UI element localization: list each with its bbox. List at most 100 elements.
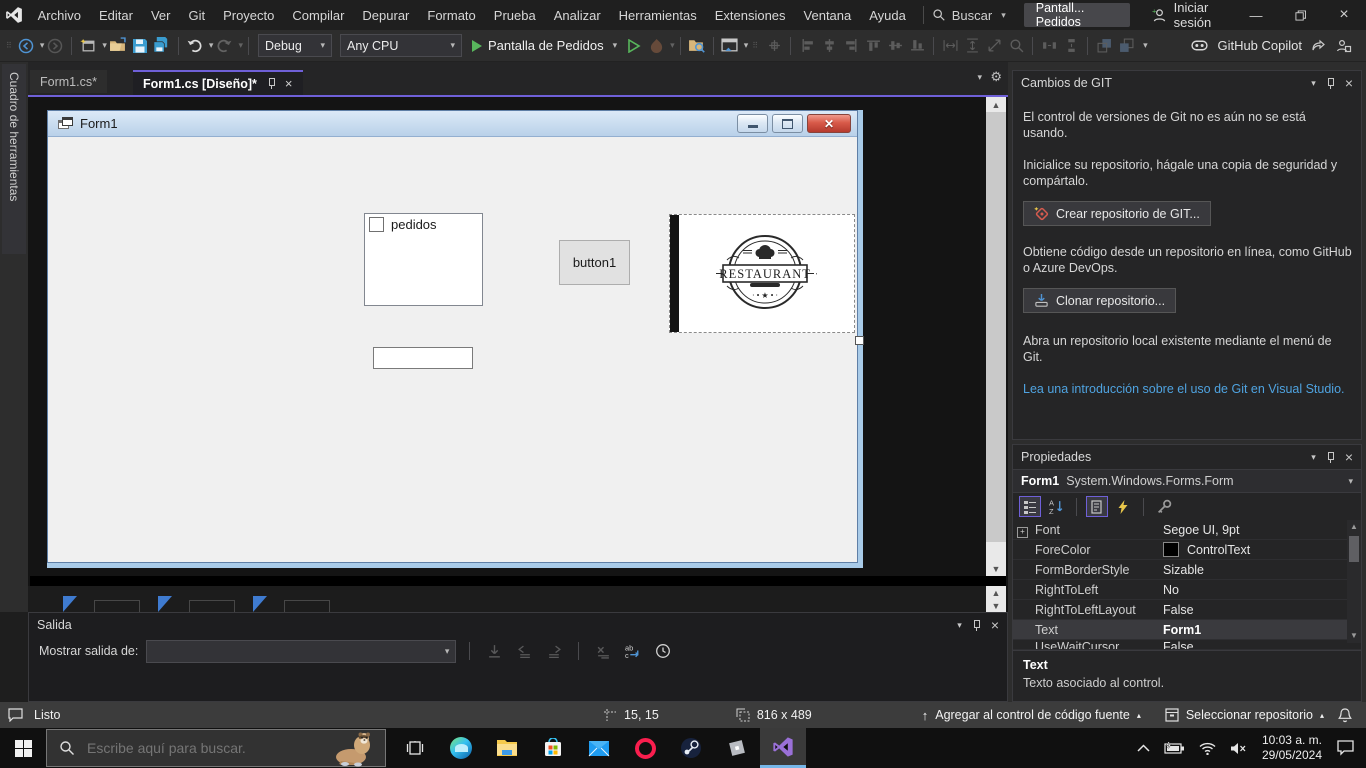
component-box[interactable] <box>284 600 330 612</box>
roblox-icon[interactable] <box>714 728 760 768</box>
create-git-repository-button[interactable]: Crear repositorio de GIT... <box>1023 201 1211 226</box>
property-row[interactable]: +Font Segoe UI, 9pt <box>1013 520 1361 540</box>
menu-ayuda[interactable]: Ayuda <box>860 0 915 30</box>
menu-prueba[interactable]: Prueba <box>485 0 545 30</box>
properties-scrollbar[interactable]: ▲ ▼ <box>1347 520 1361 643</box>
make-same-width-button[interactable] <box>939 34 961 58</box>
close-button[interactable]: × <box>1322 0 1366 30</box>
align-bottoms-button[interactable] <box>906 34 928 58</box>
property-value[interactable]: False <box>1163 603 1361 617</box>
checkbox-icon[interactable] <box>369 217 384 232</box>
notifications-bell-icon[interactable] <box>1338 708 1352 723</box>
toolbox-tab[interactable]: Cuadro de herramientas <box>2 64 26 254</box>
tab-form1-cs[interactable]: Form1.cs* <box>30 70 107 93</box>
menu-archivo[interactable]: Archivo <box>29 0 90 30</box>
wifi-icon[interactable] <box>1199 742 1216 755</box>
vertical-spacing-button[interactable] <box>1060 34 1082 58</box>
sign-in-button[interactable]: + Iniciar sesión <box>1152 0 1234 30</box>
picture-box[interactable]: · RESTAURANT · · • ★ • · <box>669 214 855 333</box>
menu-editar[interactable]: Editar <box>90 0 142 30</box>
menu-formato[interactable]: Formato <box>418 0 484 30</box>
clear-all-button[interactable] <box>592 639 614 663</box>
menu-depurar[interactable]: Depurar <box>353 0 418 30</box>
add-to-source-control-button[interactable]: ↑ Agregar al control de código fuente ▴ <box>922 708 1141 723</box>
file-explorer-icon[interactable] <box>484 728 530 768</box>
new-project-button[interactable] <box>77 34 99 58</box>
tab-list-chevron-icon[interactable]: ▾ <box>977 72 982 83</box>
property-value[interactable]: False <box>1163 640 1361 650</box>
alphabetical-sort-button[interactable]: AZ <box>1045 496 1067 517</box>
object-selector-combo[interactable]: Form1 System.Windows.Forms.Form ▾ <box>1013 469 1361 493</box>
pin-icon[interactable] <box>1326 452 1335 463</box>
pin-icon[interactable] <box>267 78 276 89</box>
property-row[interactable]: FormBorderStyle Sizable <box>1013 560 1361 580</box>
textbox[interactable] <box>373 347 473 369</box>
start-debugging-button[interactable]: Pantalla de Pedidos ▾ <box>472 38 617 53</box>
redo-button[interactable] <box>213 34 235 58</box>
battery-icon[interactable] <box>1164 742 1185 754</box>
undo-button[interactable] <box>184 34 206 58</box>
make-same-size-button[interactable] <box>983 34 1005 58</box>
property-value[interactable]: Sizable <box>1163 563 1361 577</box>
scroll-down-icon[interactable]: ▼ <box>986 561 1006 576</box>
chevron-down-icon[interactable]: ▾ <box>1311 452 1316 463</box>
feedback-icon[interactable] <box>1336 38 1352 54</box>
scroll-down-icon[interactable]: ▼ <box>1347 629 1361 643</box>
align-middles-button[interactable] <box>884 34 906 58</box>
select-repository-button[interactable]: Seleccionar repositorio ▴ <box>1165 708 1324 722</box>
horizontal-spacing-button[interactable] <box>1038 34 1060 58</box>
button1[interactable]: button1 <box>559 240 630 285</box>
tray-scrollbar[interactable]: ▲ ▼ <box>986 586 1006 612</box>
task-view-button[interactable] <box>392 728 438 768</box>
volume-muted-icon[interactable] <box>1230 742 1247 755</box>
property-value[interactable]: No <box>1163 583 1361 597</box>
visual-studio-taskbar-icon[interactable] <box>760 728 806 768</box>
close-tab-icon[interactable]: × <box>285 76 293 91</box>
make-same-height-button[interactable] <box>961 34 983 58</box>
component-box[interactable] <box>94 600 140 612</box>
edge-icon[interactable] <box>438 728 484 768</box>
scroll-up-icon[interactable]: ▲ <box>1347 520 1361 534</box>
menu-proyecto[interactable]: Proyecto <box>214 0 283 30</box>
microsoft-store-icon[interactable] <box>530 728 576 768</box>
property-pages-button[interactable] <box>1153 496 1175 517</box>
component-icon[interactable] <box>158 596 172 612</box>
share-icon[interactable] <box>1311 38 1327 54</box>
property-value[interactable]: Segoe UI, 9pt <box>1163 523 1361 537</box>
goto-message-button[interactable] <box>483 639 505 663</box>
hot-reload-button[interactable] <box>645 34 667 58</box>
property-value[interactable]: ControlText <box>1163 542 1361 557</box>
find-in-files-button[interactable] <box>686 34 708 58</box>
properties-panel-titlebar[interactable]: Propiedades ▾ × <box>1013 445 1361 469</box>
menu-herramientas[interactable]: Herramientas <box>610 0 706 30</box>
component-tray[interactable] <box>28 586 986 612</box>
toolbar-overflow-icon[interactable]: ▾ <box>1143 40 1148 51</box>
menu-ventana[interactable]: Ventana <box>795 0 861 30</box>
bring-to-front-button[interactable] <box>1093 34 1115 58</box>
form-resize-handle[interactable] <box>855 336 864 345</box>
align-rights-button[interactable] <box>840 34 862 58</box>
property-value[interactable]: Form1 <box>1163 623 1361 637</box>
chevron-down-icon[interactable]: ▾ <box>670 40 675 51</box>
tab-form1-designer[interactable]: Form1.cs [Diseño]* × <box>133 70 303 95</box>
solution-platform-combo[interactable]: Any CPU ▾ <box>340 34 462 57</box>
form-maximize-button[interactable] <box>772 114 803 133</box>
align-lefts-button[interactable] <box>796 34 818 58</box>
component-box[interactable] <box>189 600 235 612</box>
navigate-forward-button[interactable] <box>44 34 66 58</box>
scrollbar-thumb[interactable] <box>986 112 1006 542</box>
action-center-icon[interactable] <box>1337 740 1354 756</box>
taskbar-clock[interactable]: 10:03 a. m. 29/05/2024 <box>1262 733 1322 763</box>
solution-configuration-combo[interactable]: Debug ▾ <box>258 34 332 57</box>
properties-view-button[interactable] <box>1086 496 1108 517</box>
designed-form[interactable]: Form1 ✕ pedidos button1 <box>47 110 858 563</box>
opera-gx-icon[interactable] <box>622 728 668 768</box>
snap-to-grid-button[interactable] <box>763 34 785 58</box>
output-source-combo[interactable]: ▾ <box>146 640 456 663</box>
mail-icon[interactable] <box>576 728 622 768</box>
align-centers-button[interactable] <box>818 34 840 58</box>
events-button[interactable] <box>1112 496 1134 517</box>
form-close-button[interactable]: ✕ <box>807 114 851 133</box>
property-row[interactable]: RightToLeft No <box>1013 580 1361 600</box>
chevron-down-icon[interactable]: ▾ <box>238 40 243 51</box>
